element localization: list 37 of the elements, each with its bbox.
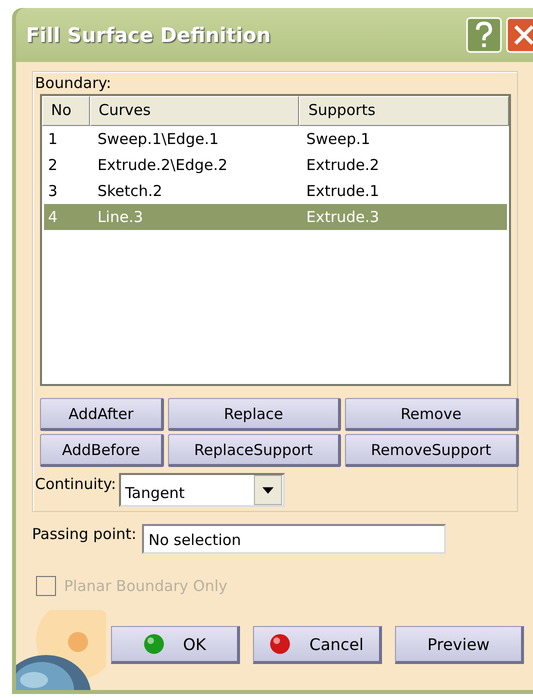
action-button[interactable]: AddBefore bbox=[40, 434, 164, 467]
table-cell-text: Extrude.2\Edge.2 bbox=[96, 156, 229, 174]
table-row[interactable]: 3 Sketch.2 Extrude.1 bbox=[44, 178, 507, 204]
table-row[interactable]: 1 Sweep.1\Edge.1 Sweep.1 bbox=[44, 126, 507, 152]
dialog-button[interactable]: Cancel bbox=[253, 626, 382, 664]
window-title: Fill Surface Definition bbox=[26, 23, 271, 47]
continuity-dropdown[interactable]: Tangent bbox=[119, 473, 286, 507]
boundary-label: Boundary: bbox=[35, 74, 112, 92]
dialog-button[interactable]: OK bbox=[111, 626, 240, 664]
help-icon[interactable] bbox=[466, 17, 502, 53]
passing-point-label: Passing point: bbox=[32, 524, 136, 545]
dialog-button[interactable]: Preview bbox=[395, 626, 524, 664]
table-cell-text: Extrude.3 bbox=[305, 208, 380, 226]
table-cell-text: 2 bbox=[47, 156, 59, 174]
action-button[interactable]: AddAfter bbox=[40, 398, 164, 431]
table-cell-text: 4 bbox=[47, 208, 59, 226]
action-button[interactable]: Replace bbox=[168, 398, 341, 431]
table-cell-text: 3 bbox=[47, 182, 59, 200]
continuity-label: Continuity: bbox=[35, 474, 116, 493]
action-button[interactable]: Remove bbox=[345, 398, 519, 431]
table-cell-text: Extrude.1 bbox=[305, 182, 380, 200]
table-cell-text: 1 bbox=[47, 130, 59, 148]
table-cell-text: Sweep.1\Edge.1 bbox=[96, 130, 220, 148]
action-button[interactable]: ReplaceSupport bbox=[168, 434, 341, 467]
column-header[interactable]: Curves bbox=[90, 96, 300, 126]
table-cell-text: Extrude.2 bbox=[305, 156, 380, 174]
ball-icon bbox=[142, 633, 165, 655]
table-row[interactable]: 2 Extrude.2\Edge.2 Extrude.2 bbox=[44, 152, 507, 178]
column-header[interactable]: No bbox=[42, 96, 90, 126]
passing-point-field[interactable]: No selection bbox=[142, 524, 446, 554]
ball-icon bbox=[269, 633, 292, 655]
column-header[interactable]: Supports bbox=[299, 96, 509, 126]
table-cell-text: Sweep.1 bbox=[305, 130, 372, 148]
action-button[interactable]: RemoveSupport bbox=[345, 434, 519, 467]
table-cell-text: Line.3 bbox=[96, 208, 144, 226]
table-cell-text: Sketch.2 bbox=[96, 182, 164, 200]
close-icon[interactable] bbox=[506, 17, 533, 53]
